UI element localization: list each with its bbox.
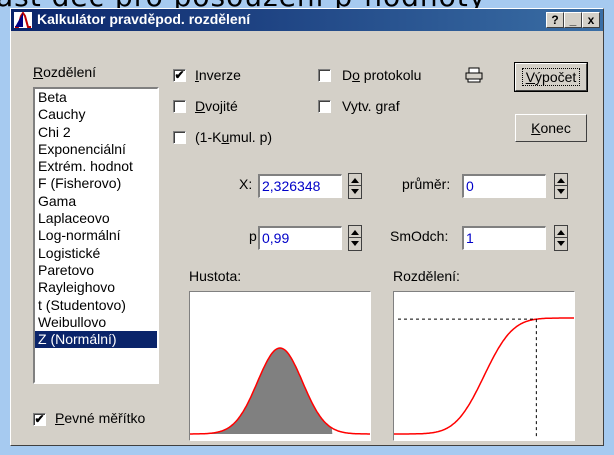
fixed-scale-label[interactable]: Pevné měřítko bbox=[55, 410, 145, 426]
x-label: X: bbox=[239, 176, 253, 192]
app-distribution-icon bbox=[14, 12, 32, 28]
distribution-item[interactable]: Cauchy bbox=[35, 106, 157, 123]
prumer-input[interactable]: 0 bbox=[462, 174, 546, 198]
distribution-item[interactable]: Laplaceovo bbox=[35, 210, 157, 227]
density-shaded-area bbox=[190, 348, 333, 434]
distribution-item[interactable]: Log-normální bbox=[35, 227, 157, 244]
fixed-scale-checkbox[interactable]: ✔ bbox=[33, 413, 46, 426]
distribution-item[interactable]: Beta bbox=[35, 89, 157, 106]
smodch-input[interactable]: 1 bbox=[462, 226, 546, 250]
cdf-plot-label: Rozdělení: bbox=[393, 268, 460, 284]
printer-icon[interactable] bbox=[465, 67, 483, 83]
density-chart bbox=[190, 347, 370, 435]
x-input[interactable]: 2,326348 bbox=[258, 174, 342, 198]
p-spinner[interactable] bbox=[348, 225, 362, 251]
distribution-item[interactable]: Weibullovo bbox=[35, 314, 157, 331]
close-button[interactable]: x bbox=[582, 12, 600, 28]
distribution-label: Rozdělení bbox=[33, 64, 97, 80]
window-title: Kalkulátor pravděpod. rozdělení bbox=[37, 11, 251, 27]
distribution-item[interactable]: Chi 2 bbox=[35, 124, 157, 141]
distribution-item[interactable]: Gama bbox=[35, 193, 157, 210]
protokol-label[interactable]: Do protokolu bbox=[342, 67, 421, 83]
density-plot-label: Hustota: bbox=[189, 268, 242, 284]
dvojite-label[interactable]: Dvojité bbox=[195, 98, 238, 114]
graf-checkbox[interactable] bbox=[318, 100, 331, 113]
help-button[interactable]: ? bbox=[546, 12, 564, 28]
calculator-dialog: Kalkulátor pravděpod. rozdělení ? _ x Ro… bbox=[10, 8, 604, 446]
cdf-plot bbox=[393, 291, 575, 441]
distribution-item[interactable]: Z (Normální) bbox=[35, 331, 157, 349]
distribution-item[interactable]: Paretovo bbox=[35, 262, 157, 279]
distribution-item[interactable]: Extrém. hodnot bbox=[35, 158, 157, 175]
cdf-curve bbox=[394, 317, 574, 435]
title-bar[interactable]: Kalkulátor pravděpod. rozdělení ? _ x bbox=[11, 9, 603, 31]
distribution-item[interactable]: t (Studentovo) bbox=[35, 297, 157, 314]
minimize-button[interactable]: _ bbox=[564, 12, 582, 28]
distribution-item[interactable]: Rayleighovo bbox=[35, 279, 157, 296]
density-plot bbox=[189, 291, 371, 441]
distribution-item[interactable]: F (Fisherovo) bbox=[35, 175, 157, 192]
prumer-label: průměr: bbox=[402, 176, 451, 192]
kumul-label[interactable]: (1-Kumul. p) bbox=[195, 129, 272, 145]
p-input[interactable]: 0,99 bbox=[258, 226, 342, 250]
konec-button[interactable]: Konec bbox=[515, 114, 587, 142]
kumul-checkbox[interactable] bbox=[173, 131, 186, 144]
inverze-label[interactable]: Inverze bbox=[195, 67, 241, 83]
protokol-checkbox[interactable] bbox=[318, 69, 331, 82]
inverze-checkbox[interactable]: ✔ bbox=[173, 69, 186, 82]
smodch-label: SmOdch: bbox=[390, 228, 449, 244]
vypocet-button[interactable]: Výpočet bbox=[514, 62, 588, 92]
distribution-item[interactable]: Logistické bbox=[35, 245, 157, 262]
smodch-spinner[interactable] bbox=[554, 225, 568, 251]
cdf-chart bbox=[394, 317, 574, 438]
distribution-listbox[interactable]: Beta Cauchy Chi 2 Exponenciální Extrém. hodn… bbox=[33, 87, 159, 384]
prumer-spinner[interactable] bbox=[554, 173, 568, 199]
dvojite-checkbox[interactable] bbox=[173, 100, 186, 113]
graf-label[interactable]: Vytv. graf bbox=[342, 98, 400, 114]
x-spinner[interactable] bbox=[348, 173, 362, 199]
distribution-item[interactable]: Exponenciální bbox=[35, 141, 157, 158]
